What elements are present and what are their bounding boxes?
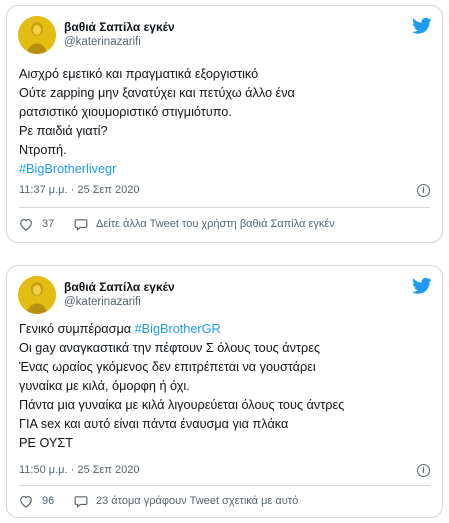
tweet-actions: 37 Δείτε άλλα Tweet του χρήστη βαθιά Σαπ… (19, 214, 430, 236)
tweet-text-line: Αισχρό εμετικό και πραγματικά εξοργιστικ… (19, 67, 259, 81)
tweet-text-line: Πάντα μια γυναίκα με κιλά λιγουρεύεται ό… (19, 398, 345, 412)
speech-bubble-icon[interactable] (74, 218, 88, 231)
tweet-text-line: Γενικό συμπέρασμα #BigBrotherGR (19, 320, 430, 339)
info-icon[interactable]: i (417, 464, 430, 477)
tweet-header: βαθιά Σαπίλα εγκέν @katerinazarifi (18, 276, 432, 316)
tweet-text-line: γυναίκα με κιλά, όμορφη ή όχι. (19, 379, 190, 393)
avatar[interactable] (18, 276, 56, 314)
info-icon[interactable]: i (417, 184, 430, 197)
conversation-link[interactable]: 23 άτομα γράφουν Tweet σχετικά με αυτό (96, 495, 298, 507)
avatar[interactable] (18, 16, 56, 54)
tweet-text-line: Ούτε zapping μην ξανατύχει και πετύχω άλ… (19, 86, 295, 100)
tweet-text-fragment: Γενικό συμπέρασμα (19, 322, 135, 336)
heart-icon[interactable] (19, 495, 33, 508)
author-name[interactable]: βαθιά Σαπίλα εγκέν (64, 20, 175, 34)
tweet-card[interactable]: βαθιά Σαπίλα εγκέν @katerinazarifi Αισχρ… (6, 5, 443, 243)
twitter-bird-icon[interactable] (412, 277, 432, 295)
tweet-text-line: Ένας ωραίος γκόμενος δεν επιτρέπεται να … (19, 360, 316, 374)
tweet-timestamp[interactable]: 11:37 μ.μ. · 25 Σεπ 2020 (19, 184, 139, 196)
like-count: 96 (42, 495, 55, 507)
tweet-actions: 96 23 άτομα γράφουν Tweet σχετικά με αυτ… (19, 491, 430, 513)
tweet-text-line: ΡΕ ΟΥΣΤ (19, 436, 73, 450)
author-handle[interactable]: @katerinazarifi (64, 296, 141, 308)
more-tweets-link[interactable]: Δείτε άλλα Tweet του χρήστη βαθιά Σαπίλα… (96, 218, 335, 230)
tweet-text-line: Ντροπή. (19, 143, 67, 157)
tweet-text: Γενικό συμπέρασμα #BigBrotherGR Οι gay α… (19, 320, 430, 453)
author-handle[interactable]: @katerinazarifi (64, 36, 141, 48)
tweet-text-line: Ρε παιδιά γιατί? (19, 124, 108, 138)
speech-bubble-icon[interactable] (74, 495, 88, 508)
tweet-text-line: Οι gay αναγκαστικά την πέφτουν Σ όλους τ… (19, 341, 320, 355)
heart-icon[interactable] (19, 218, 33, 231)
author-name[interactable]: βαθιά Σαπίλα εγκέν (64, 280, 175, 294)
hashtag-link[interactable]: #BigBrotherlivegr (19, 160, 430, 179)
divider (19, 207, 430, 208)
tweet-header: βαθιά Σαπίλα εγκέν @katerinazarifi (18, 16, 432, 56)
like-count: 37 (42, 218, 55, 230)
divider (19, 485, 430, 486)
tweet-timestamp[interactable]: 11:50 μ.μ. · 25 Σεπ 2020 (19, 464, 139, 476)
twitter-bird-icon[interactable] (412, 17, 432, 35)
tweet-text-line: ρατσιστικό χιουμοριστικό στιγμιότυπο. (19, 105, 232, 119)
tweet-text-line: ΓΙΑ sex και αυτό είναι πάντα έναυσμα για… (19, 417, 289, 431)
tweet-text: Αισχρό εμετικό και πραγματικά εξοργιστικ… (19, 65, 430, 179)
hashtag-link[interactable]: #BigBrotherGR (135, 322, 221, 336)
tweet-card[interactable]: βαθιά Σαπίλα εγκέν @katerinazarifi Γενικ… (6, 265, 443, 518)
